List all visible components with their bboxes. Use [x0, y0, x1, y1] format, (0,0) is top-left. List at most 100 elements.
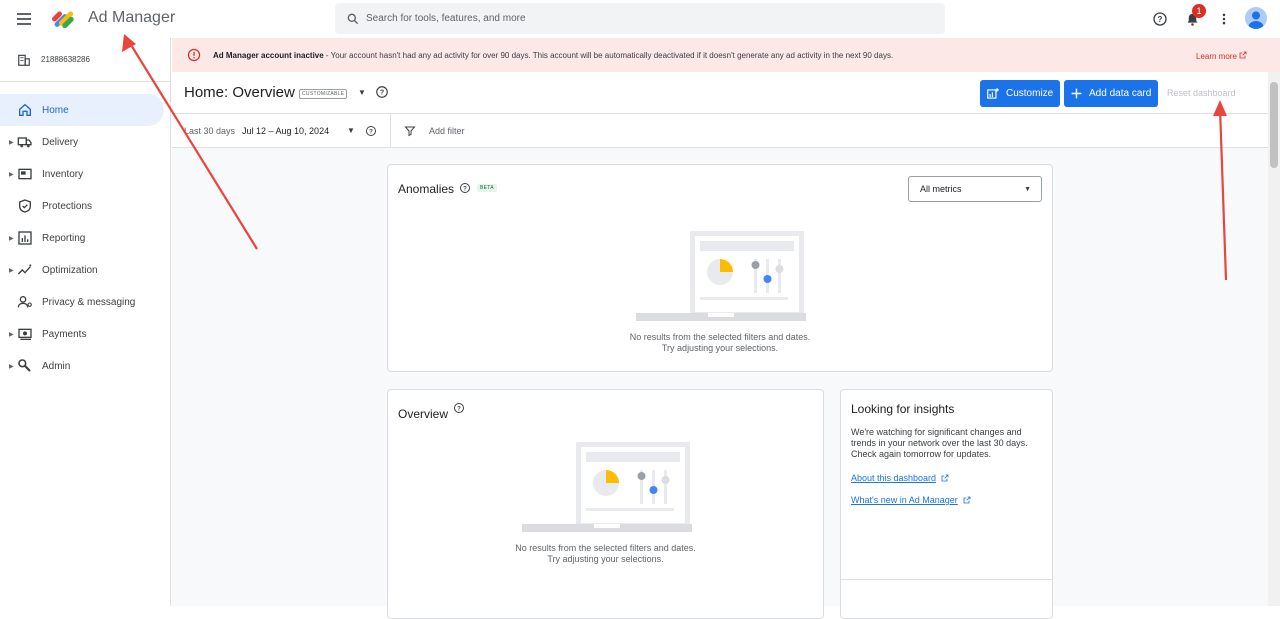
network-selector[interactable]: 21888638286: [0, 38, 171, 82]
external-link-icon: [1239, 51, 1247, 59]
about-dashboard-link[interactable]: About this dashboard: [851, 473, 949, 483]
wrench-icon: [18, 359, 31, 372]
more-vert-icon[interactable]: [1214, 9, 1234, 29]
filter-bar: Last 30 days Jul 12 – Aug 10, 2024 ▼ ? A…: [172, 114, 1268, 148]
banner-title: Ad Manager account inactive: [213, 51, 324, 60]
divider: [390, 114, 391, 148]
sidebar-item-reporting[interactable]: ▶ Reporting: [0, 222, 171, 254]
inactive-account-banner: Ad Manager account inactive - Your accou…: [172, 38, 1280, 72]
empty-state-illustration: [522, 442, 692, 532]
building-icon: [18, 54, 30, 66]
main-content: Ad Manager account inactive - Your accou…: [172, 38, 1280, 619]
whats-new-link[interactable]: What's new in Ad Manager: [851, 495, 971, 505]
banner-message: - Your account hasn't had any ad activit…: [323, 51, 894, 60]
customizable-chip: CUSTOMIZABLE: [299, 89, 348, 99]
divider: [841, 579, 1052, 580]
app-title: Ad Manager: [88, 9, 176, 26]
expand-caret-icon: ▶: [9, 139, 14, 146]
date-preset-label: Last 30 days: [184, 126, 236, 136]
empty-state-text: No results from the selected filters and…: [629, 332, 811, 353]
scrollbar-thumb[interactable]: [1270, 82, 1278, 168]
avatar[interactable]: [1245, 7, 1267, 29]
insights-description: We're watching for significant changes a…: [851, 427, 1028, 459]
notification-badge: 1: [1192, 4, 1206, 18]
expand-caret-icon: ▶: [9, 235, 14, 242]
search-input[interactable]: [366, 13, 926, 24]
customize-button[interactable]: Customize: [980, 80, 1061, 107]
help-icon[interactable]: ?: [1150, 9, 1170, 29]
inventory-icon: [18, 168, 32, 180]
person-settings-icon: [17, 296, 32, 308]
sidebar: 21888638286 Home ▶ Delivery ▶ Inventory …: [0, 38, 171, 606]
scrollbar[interactable]: [1268, 72, 1280, 606]
help-icon[interactable]: ?: [365, 125, 377, 137]
filter-icon[interactable]: [404, 125, 416, 137]
sidebar-item-optimization[interactable]: ▶ Optimization: [0, 254, 171, 286]
search-bar[interactable]: [335, 3, 945, 34]
dashboard-edit-icon: [987, 87, 999, 99]
sidebar-item-protections[interactable]: Protections: [0, 190, 171, 222]
sidebar-item-label: Home: [42, 104, 69, 116]
sidebar-item-delivery[interactable]: ▶ Delivery: [0, 126, 171, 158]
plus-icon: [1071, 88, 1082, 99]
sidebar-item-label: Admin: [42, 360, 71, 372]
svg-text:?: ?: [463, 186, 467, 192]
search-icon: [347, 13, 359, 24]
card-title: Overview: [398, 407, 449, 421]
sidebar-item-privacy-messaging[interactable]: Privacy & messaging: [0, 286, 171, 318]
svg-text:?: ?: [1158, 15, 1163, 24]
page-title: Home: Overview: [184, 84, 295, 101]
sidebar-item-label: Optimization: [42, 264, 98, 276]
hamburger-menu-icon[interactable]: [14, 9, 34, 29]
date-dropdown-icon[interactable]: ▼: [347, 126, 355, 135]
external-link-icon: [963, 496, 971, 504]
beta-badge: BETA: [477, 184, 497, 192]
expand-caret-icon: ▶: [9, 331, 14, 338]
reset-dashboard-button[interactable]: Reset dashboard: [1167, 88, 1236, 98]
card-title: Anomalies: [398, 182, 455, 196]
learn-more-link[interactable]: Learn more: [1196, 51, 1247, 61]
network-id: 21888638286: [41, 55, 90, 64]
expand-caret-icon: ▶: [9, 171, 14, 178]
sidebar-item-label: Protections: [42, 200, 93, 212]
error-icon: [187, 48, 201, 62]
home-icon: [19, 103, 31, 116]
dashboard-dropdown-icon[interactable]: ▼: [358, 88, 366, 97]
date-range[interactable]: Jul 12 – Aug 10, 2024: [242, 126, 329, 136]
sidebar-item-label: Payments: [42, 328, 87, 340]
svg-text:?: ?: [369, 129, 373, 135]
add-filter-button[interactable]: Add filter: [429, 126, 465, 136]
shield-icon: [19, 199, 31, 213]
chevron-down-icon: ▼: [1024, 186, 1031, 193]
sidebar-item-home[interactable]: Home: [0, 94, 164, 126]
sidebar-item-label: Privacy & messaging: [42, 296, 136, 308]
bar-chart-icon: [18, 231, 32, 245]
anomalies-card: Anomalies ? BETA All metrics ▼ No result…: [387, 164, 1053, 372]
metrics-select[interactable]: All metrics ▼: [908, 176, 1042, 202]
card-title: Looking for insights: [851, 402, 955, 416]
add-data-card-button[interactable]: Add data card: [1064, 80, 1159, 107]
sidebar-item-label: Delivery: [42, 136, 79, 148]
sidebar-item-payments[interactable]: ▶ Payments: [0, 318, 171, 350]
money-icon: [18, 328, 32, 340]
empty-state-illustration: [636, 231, 806, 321]
svg-text:?: ?: [380, 90, 384, 97]
sidebar-item-label: Reporting: [42, 232, 86, 244]
expand-caret-icon: ▶: [9, 267, 14, 274]
svg-text:?: ?: [457, 406, 461, 412]
insights-card: Looking for insights We're watching for …: [840, 389, 1053, 619]
ad-manager-logo: [52, 11, 74, 29]
sidebar-item-admin[interactable]: ▶ Admin: [0, 350, 171, 382]
sidebar-item-label: Inventory: [42, 168, 84, 180]
external-link-icon: [941, 474, 949, 482]
empty-state-text: No results from the selected filters and…: [515, 543, 696, 564]
top-bar: Ad Manager ? 1: [0, 0, 1280, 38]
sidebar-item-inventory[interactable]: ▶ Inventory: [0, 158, 171, 190]
expand-caret-icon: ▶: [9, 363, 14, 370]
help-icon[interactable]: ?: [459, 182, 471, 194]
help-icon[interactable]: ?: [375, 85, 389, 99]
overview-card: Overview ? No results from the selected …: [387, 389, 824, 619]
page-header: Home: Overview CUSTOMIZABLE ▼ ? Customiz…: [172, 72, 1268, 114]
trend-icon: [17, 264, 32, 275]
help-icon[interactable]: ?: [453, 402, 465, 414]
